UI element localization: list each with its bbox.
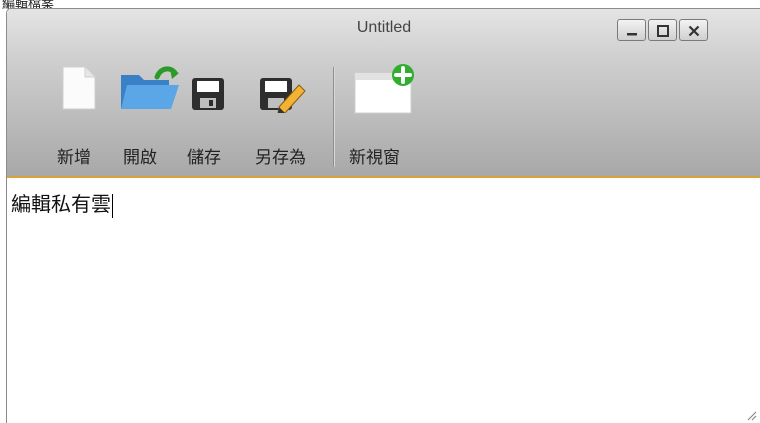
save-as-label: 另存為 xyxy=(255,148,306,168)
close-button[interactable] xyxy=(679,19,708,41)
new-window-button[interactable]: 新視窗 xyxy=(349,59,419,169)
floppy-disk-icon xyxy=(192,78,224,110)
resize-grip-icon[interactable] xyxy=(745,409,757,421)
open-folder-icon xyxy=(121,66,179,109)
save-label: 儲存 xyxy=(187,148,221,168)
minimize-icon xyxy=(627,33,637,36)
floppy-pencil-icon xyxy=(260,78,306,113)
close-icon xyxy=(688,25,700,37)
save-button[interactable]: 儲存 xyxy=(187,59,227,169)
text-caret xyxy=(112,193,113,218)
open-button[interactable]: 開啟 xyxy=(117,59,187,169)
maximize-button[interactable] xyxy=(648,19,677,41)
minimize-button[interactable] xyxy=(617,19,646,41)
editor-content[interactable]: 編輯私有雲 xyxy=(11,188,113,218)
text-editor-window: Untitled 新增 開啟 儲存 另存為 新視窗 編輯私有雲 xyxy=(6,8,760,423)
window-plus-icon xyxy=(354,64,414,114)
new-button[interactable]: 新增 xyxy=(57,59,97,169)
editor-text: 編輯私有雲 xyxy=(11,192,111,216)
maximize-icon xyxy=(657,25,669,37)
save-as-button[interactable]: 另存為 xyxy=(255,59,325,169)
title-toolbar-area: Untitled 新增 開啟 儲存 另存為 新視窗 xyxy=(7,9,760,176)
new-label: 新增 xyxy=(57,148,91,168)
text-editor-area[interactable]: 編輯私有雲 xyxy=(7,176,760,423)
blank-document-icon xyxy=(62,66,96,110)
open-label: 開啟 xyxy=(123,148,157,168)
new-window-label: 新視窗 xyxy=(349,148,400,168)
toolbar-separator xyxy=(333,67,334,167)
window-controls xyxy=(617,19,708,41)
